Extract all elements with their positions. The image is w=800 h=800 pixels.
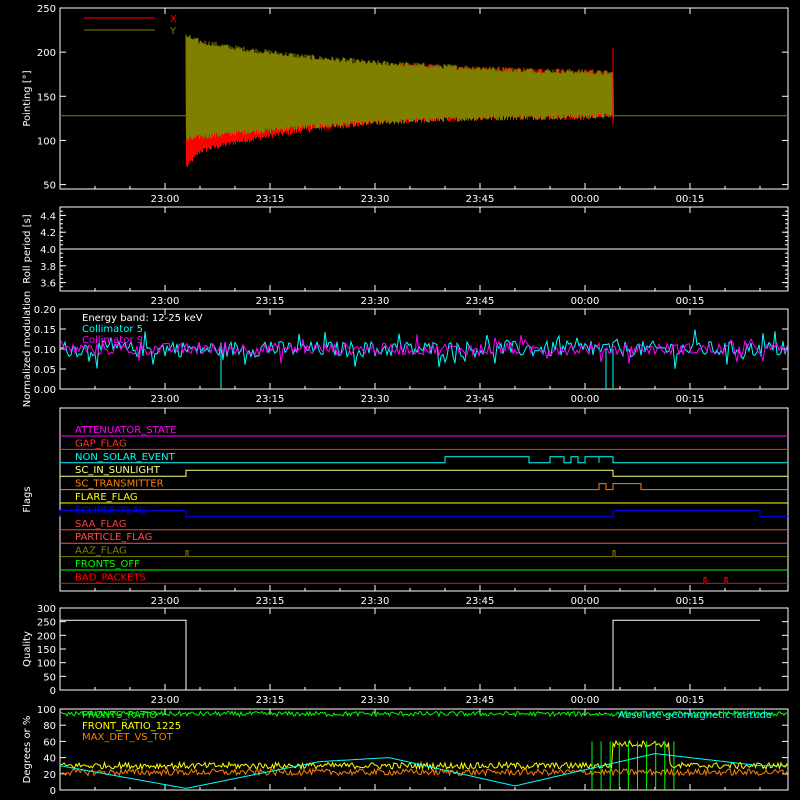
x-tick-label: 00:15 <box>676 596 705 607</box>
flag-label-attenuator-state: ATTENUATOR_STATE <box>75 425 176 436</box>
pointing-series-y <box>185 34 614 141</box>
y-tick-label: 0.05 <box>34 365 56 376</box>
flag-line-sc-in-sunlight <box>60 469 788 477</box>
y-tick-label: 60 <box>43 737 56 748</box>
x-tick-label: 00:00 <box>571 296 600 307</box>
y-tick-label: 100 <box>37 659 56 670</box>
flag-line-eclipse-flag <box>59 509 788 517</box>
x-tick-label: 23:30 <box>361 596 390 607</box>
legend-label-x: X <box>170 14 177 25</box>
flag-label-particle-flag: PARTICLE_FLAG <box>75 532 152 543</box>
x-tick-label: 23:15 <box>256 194 285 205</box>
x-tick-label: 00:00 <box>571 695 600 706</box>
x-tick-label: 23:15 <box>256 296 285 307</box>
flag-label-bad-packets: BAD_PACKETS <box>75 572 146 583</box>
y-axis-label: Degrees or % <box>22 716 33 784</box>
y-tick-label: 20 <box>43 770 56 781</box>
x-tick-label: 23:00 <box>151 394 180 405</box>
flag-line-aaz-flag <box>60 550 788 558</box>
degrees-series-max-det-vs-tot <box>60 767 788 777</box>
y-tick-label: 4.4 <box>40 211 56 222</box>
y-tick-label: 3.8 <box>40 262 56 273</box>
y-tick-label: 80 <box>43 721 56 732</box>
flag-line-bad-packets <box>60 576 788 584</box>
x-tick-label: 23:15 <box>256 596 285 607</box>
x-tick-label: 23:00 <box>151 296 180 307</box>
x-tick-label: 00:15 <box>676 695 705 706</box>
x-tick-label: 23:00 <box>151 596 180 607</box>
modulation-annotation: Collimator 5 <box>82 324 143 335</box>
y-tick-label: 50 <box>43 181 56 192</box>
y-tick-label: 0 <box>50 686 56 697</box>
y-tick-label: 100 <box>37 136 56 147</box>
y-axis-label: Normalized modulation <box>22 291 33 408</box>
x-tick-label: 23:45 <box>466 394 495 405</box>
degrees-legend-label: FRONTS_RATIO <box>82 710 157 721</box>
y-tick-label: 40 <box>43 754 56 765</box>
x-tick-label: 23:15 <box>256 394 285 405</box>
y-axis-label: Pointing [°] <box>22 70 33 126</box>
geomagnetic-latitude-line <box>59 753 788 789</box>
x-tick-label: 23:15 <box>256 695 285 706</box>
flag-label-sc-in-sunlight: SC_IN_SUNLIGHT <box>75 465 161 476</box>
y-tick-label: 300 <box>37 604 56 615</box>
x-tick-label: 23:00 <box>151 695 180 706</box>
degrees-legend-label: MAX_DET_VS_TOT <box>82 732 174 743</box>
x-tick-label: 23:45 <box>466 194 495 205</box>
x-tick-label: 23:45 <box>466 596 495 607</box>
x-tick-label: 00:00 <box>571 394 600 405</box>
flag-line-sc-transmitter <box>60 483 788 491</box>
flag-label-gap-flag: GAP_FLAG <box>75 438 127 449</box>
x-tick-label: 00:15 <box>676 394 705 405</box>
flag-label-eclipse-flag: ECLIPSE_FLAG <box>75 505 146 516</box>
x-tick-label: 00:00 <box>571 194 600 205</box>
flag-label-fronts-off: FRONTS_OFF <box>75 559 140 570</box>
x-tick-label: 23:30 <box>361 394 390 405</box>
y-tick-label: 200 <box>37 631 56 642</box>
modulation-series-collimator-9 <box>60 334 788 364</box>
modulation-annotation: Collimator 9 <box>82 335 143 346</box>
y-tick-label: 0.15 <box>34 325 56 336</box>
x-tick-label: 23:45 <box>466 695 495 706</box>
y-tick-label: 4.0 <box>40 245 56 256</box>
y-tick-label: 200 <box>37 48 56 59</box>
quality-line <box>60 619 760 691</box>
y-tick-label: 0 <box>50 786 56 797</box>
flag-label-sc-transmitter: SC_TRANSMITTER <box>75 479 164 490</box>
flag-label-aaz-flag: AAZ_FLAG <box>75 546 127 557</box>
y-tick-label: 150 <box>37 92 56 103</box>
x-tick-label: 00:15 <box>676 194 705 205</box>
degrees-series-front-ratio-1225 <box>60 739 788 771</box>
y-tick-label: 0.10 <box>34 345 56 356</box>
x-tick-label: 23:30 <box>361 194 390 205</box>
legend-label-y: Y <box>169 26 177 37</box>
y-tick-label: 3.6 <box>40 279 56 290</box>
degrees-legend-label: FRONT_RATIO_1225 <box>82 721 181 732</box>
y-tick-label: 150 <box>37 645 56 656</box>
x-tick-label: 00:00 <box>571 596 600 607</box>
y-tick-label: 0.20 <box>34 305 56 316</box>
y-tick-label: 4.2 <box>40 228 56 239</box>
flag-label-saa-flag: SAA_FLAG <box>75 519 126 530</box>
y-tick-label: 0.00 <box>34 385 56 396</box>
x-tick-label: 00:15 <box>676 296 705 307</box>
x-tick-label: 23:30 <box>361 695 390 706</box>
y-axis-label: Flags <box>22 486 33 512</box>
latitude-annotation: Absolute geomagnetic latitude <box>618 710 772 721</box>
y-tick-label: 250 <box>37 4 56 15</box>
x-tick-label: 23:00 <box>151 194 180 205</box>
y-tick-label: 100 <box>37 705 56 716</box>
y-axis-label: Roll period [s] <box>22 214 33 283</box>
y-tick-label: 50 <box>43 672 56 683</box>
modulation-annotation: Energy band: 12-25 keV <box>82 313 203 324</box>
y-tick-label: 250 <box>37 618 56 629</box>
chart-canvas: 23:00 23:15 23:30 23:45 00:00 00:15 Pointing [… <box>22 4 789 797</box>
y-axis-label: Quality <box>22 631 33 667</box>
x-tick-label: 23:45 <box>466 296 495 307</box>
x-tick-label: 23:30 <box>361 296 390 307</box>
flag-label-non-solar-event: NON_SOLAR_EVENT <box>75 452 176 463</box>
flag-label-flare-flag: FLARE_FLAG <box>75 492 138 503</box>
